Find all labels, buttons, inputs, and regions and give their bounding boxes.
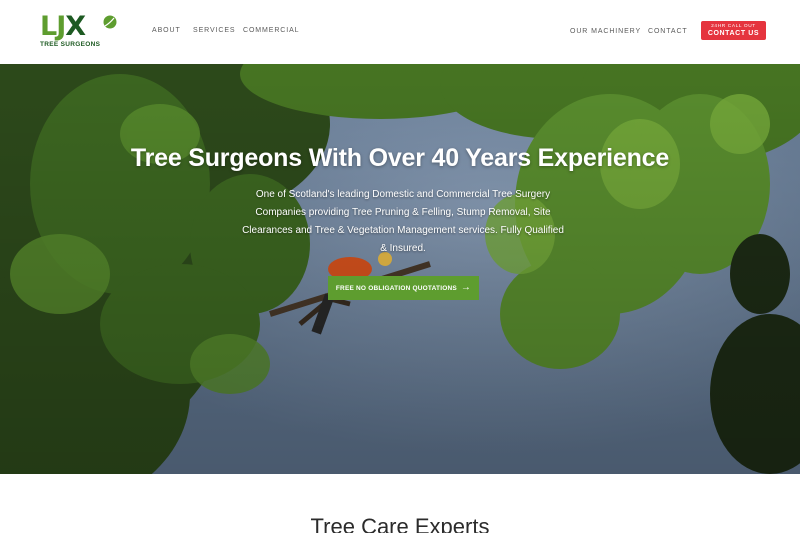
hero-background-image xyxy=(0,64,800,474)
logo-subtitle: TREE SURGEONS xyxy=(40,41,101,48)
hero-description-line-2: Companies providing Tree Pruning & Felli… xyxy=(255,207,551,218)
leaf-icon xyxy=(103,15,117,29)
arrow-right-icon: → xyxy=(460,282,472,293)
site-logo[interactable]: LJX TREE SURGEONS xyxy=(40,13,120,51)
nav-commercial[interactable]: COMMERCIAL xyxy=(243,27,299,34)
hero-title: Tree Surgeons With Over 40 Years Experie… xyxy=(130,144,670,172)
site-header: LJX TREE SURGEONS ABOUT SERVICES COMMERC… xyxy=(0,0,800,64)
hero-description-line-4: & Insured. xyxy=(380,243,426,254)
section-title: Tree Care Experts xyxy=(310,514,490,533)
hero-description: One of Scotland's leading Domestic and C… xyxy=(224,186,582,258)
free-quotations-label: FREE NO OBLIGATION QUOTATIONS xyxy=(335,284,457,292)
nav-our-machinery[interactable]: OUR MACHINERY xyxy=(570,28,641,35)
hero-description-line-3: Clearances and Tree & Vegetation Managem… xyxy=(242,225,564,236)
hero-description-line-1: One of Scotland's leading Domestic and C… xyxy=(255,189,551,200)
free-quotations-button[interactable]: FREE NO OBLIGATION QUOTATIONS → xyxy=(328,276,479,300)
hero-section: Tree Surgeons With Over 40 Years Experie… xyxy=(0,64,800,474)
logo-mark: LJX xyxy=(40,11,86,42)
contact-us-button[interactable]: 24HR CALL OUT CONTACT US xyxy=(701,21,766,40)
nav-contact[interactable]: CONTACT xyxy=(648,28,688,35)
nav-services[interactable]: SERVICES xyxy=(193,27,235,34)
cta-line-1: 24HR CALL OUT xyxy=(711,24,756,29)
nav-about[interactable]: ABOUT xyxy=(152,27,181,34)
cta-line-2: CONTACT US xyxy=(707,30,760,37)
